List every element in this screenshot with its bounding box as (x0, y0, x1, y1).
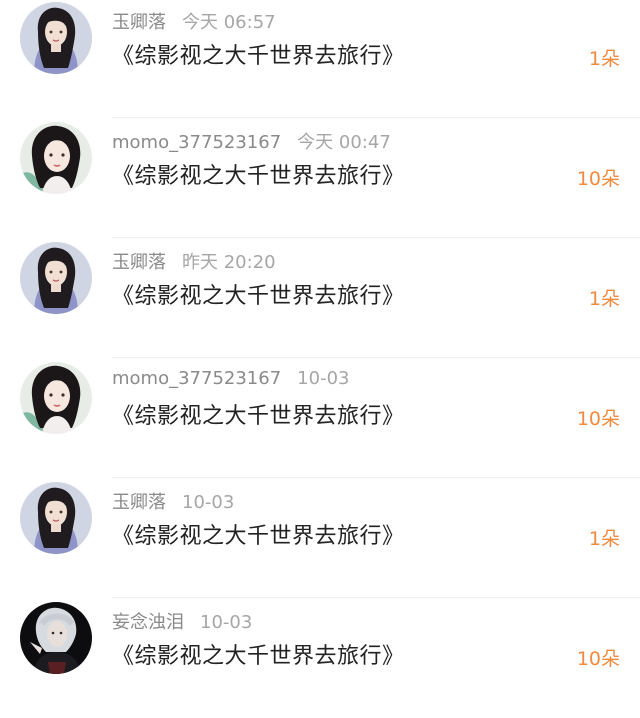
item-meta: 玉卿落 昨天 20:20 (112, 248, 276, 274)
gift-record-list: 玉卿落 今天 06:57 《综影视之大千世界去旅行》 1朵 momo_377523… (0, 0, 640, 675)
avatar[interactable] (20, 602, 92, 674)
list-item[interactable]: momo_377523167 今天 00:47 《综影视之大千世界去旅行》 10朵 (0, 118, 640, 238)
book-title[interactable]: 《综影视之大千世界去旅行》 (112, 398, 405, 430)
book-title[interactable]: 《综影视之大千世界去旅行》 (112, 278, 405, 310)
list-item[interactable]: momo_377523167 10-03 《综影视之大千世界去旅行》 10朵 (0, 358, 640, 478)
book-title[interactable]: 《综影视之大千世界去旅行》 (112, 158, 405, 190)
item-meta: 玉卿落 今天 06:57 (112, 8, 276, 34)
item-meta: momo_377523167 10-03 (112, 368, 349, 389)
gift-count: 10朵 (576, 168, 620, 190)
avatar[interactable] (20, 362, 92, 434)
username[interactable]: 玉卿落 (112, 492, 166, 513)
avatar[interactable] (20, 242, 92, 314)
list-item[interactable]: 玉卿落 今天 06:57 《综影视之大千世界去旅行》 1朵 (0, 0, 640, 118)
item-meta: 妄念浊泪 10-03 (112, 608, 252, 634)
avatar[interactable] (20, 2, 92, 74)
list-item[interactable]: 妄念浊泪 10-03 《综影视之大千世界去旅行》 10朵 (0, 598, 640, 718)
user-avatar-icon (20, 482, 92, 554)
timestamp: 昨天 20:20 (182, 252, 276, 273)
username[interactable]: 玉卿落 (112, 252, 166, 273)
user-avatar-icon (20, 122, 92, 194)
gift-count: 10朵 (576, 648, 620, 670)
timestamp: 10-03 (200, 612, 253, 633)
item-meta: momo_377523167 今天 00:47 (112, 128, 391, 154)
gift-count: 1朵 (588, 528, 620, 550)
book-title[interactable]: 《综影视之大千世界去旅行》 (112, 518, 405, 550)
list-item[interactable]: 玉卿落 昨天 20:20 《综影视之大千世界去旅行》 1朵 (0, 238, 640, 358)
timestamp: 今天 06:57 (182, 12, 276, 33)
timestamp: 10-03 (297, 368, 350, 389)
item-meta: 玉卿落 10-03 (112, 488, 234, 514)
book-title[interactable]: 《综影视之大千世界去旅行》 (112, 638, 405, 670)
username[interactable]: 玉卿落 (112, 12, 166, 33)
avatar[interactable] (20, 122, 92, 194)
book-title[interactable]: 《综影视之大千世界去旅行》 (112, 38, 405, 70)
user-avatar-icon (20, 2, 92, 74)
user-avatar-icon (20, 362, 92, 434)
gift-count: 1朵 (588, 48, 620, 70)
user-avatar-icon (20, 602, 92, 674)
avatar[interactable] (20, 482, 92, 554)
gift-count: 1朵 (588, 288, 620, 310)
username[interactable]: 妄念浊泪 (112, 612, 184, 633)
user-avatar-icon (20, 242, 92, 314)
timestamp: 今天 00:47 (297, 132, 391, 153)
username[interactable]: momo_377523167 (112, 132, 281, 153)
gift-count: 10朵 (576, 408, 620, 430)
timestamp: 10-03 (182, 492, 235, 513)
list-item[interactable]: 玉卿落 10-03 《综影视之大千世界去旅行》 1朵 (0, 478, 640, 598)
username[interactable]: momo_377523167 (112, 368, 281, 389)
